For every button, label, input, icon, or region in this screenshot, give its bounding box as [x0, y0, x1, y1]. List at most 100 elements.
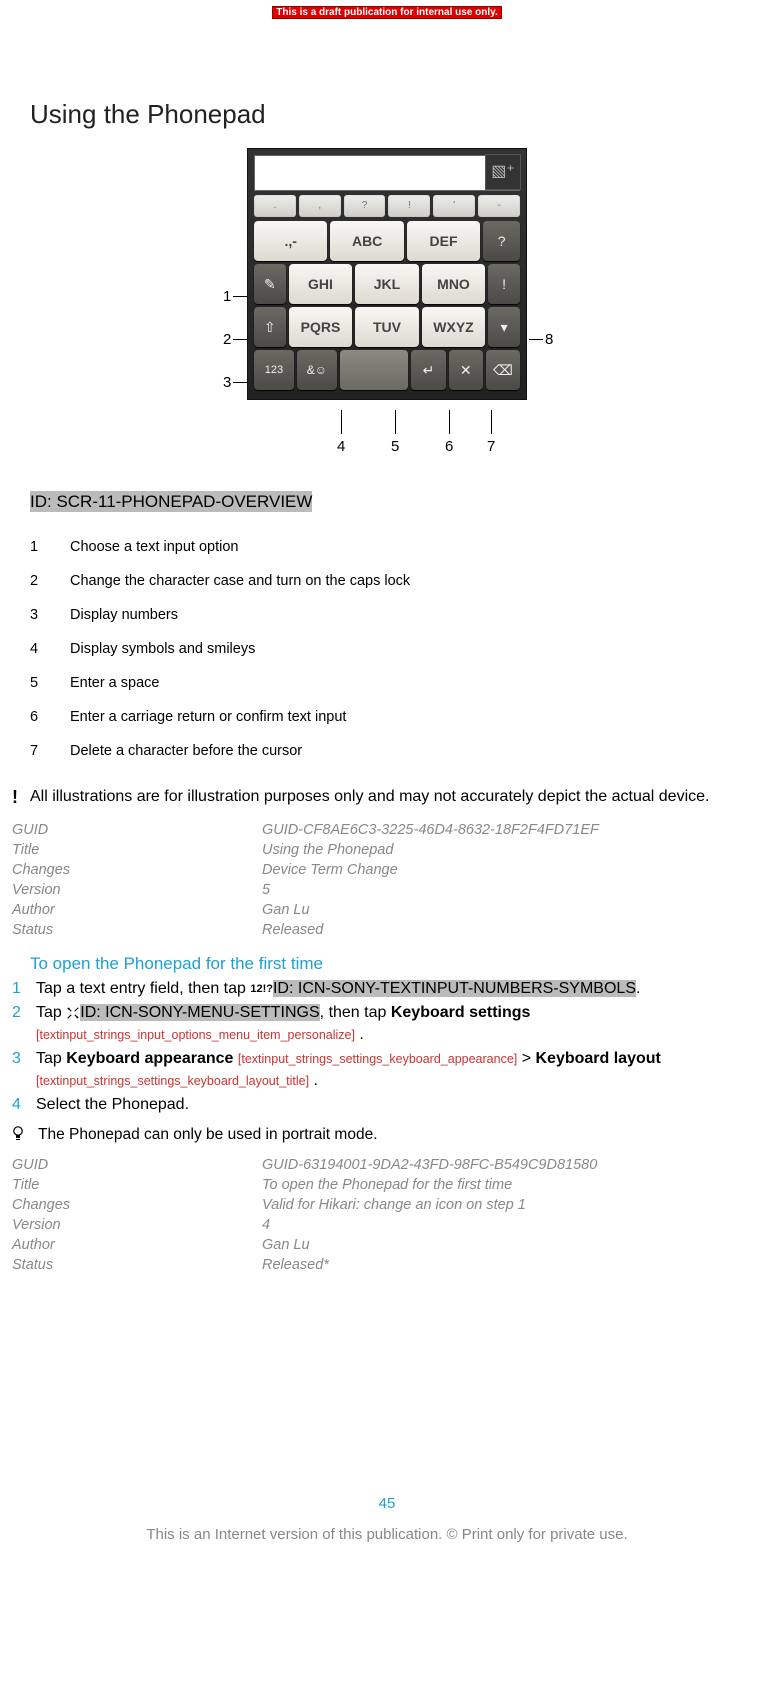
key: TUV: [355, 307, 419, 347]
key: !: [488, 264, 520, 304]
space-key: [340, 350, 408, 390]
shift-icon: ⇧: [254, 307, 286, 347]
callout-1: 1: [223, 288, 231, 305]
tip-note: The Phonepad can only be used in portrai…: [12, 1126, 744, 1145]
draft-banner: This is a draft publication for internal…: [0, 0, 774, 19]
legend-text: Display numbers: [70, 607, 178, 623]
return-key: ↵: [411, 350, 445, 390]
key: DEF: [407, 221, 480, 261]
legend-num: 3: [30, 607, 44, 623]
legend-text: Display symbols and smileys: [70, 641, 255, 657]
meta-value: GUID-CF8AE6C3-3225-46D4-8632-18F2F4FD71E…: [262, 820, 744, 840]
meta-label: Status: [12, 920, 262, 940]
string-ref: [textinput_strings_settings_keyboard_app…: [238, 1052, 517, 1066]
step-num: 2: [12, 1002, 26, 1046]
meta-value: 5: [262, 880, 744, 900]
text-field: ▧⁺: [254, 155, 520, 191]
meta-value: Device Term Change: [262, 860, 744, 880]
meta-label: Title: [12, 1175, 262, 1195]
legend-text: Change the character case and turn on th…: [70, 573, 410, 589]
callout-6: 6: [445, 438, 453, 455]
page-number: 45: [0, 1495, 774, 1512]
meta-value: To open the Phonepad for the first time: [262, 1175, 744, 1195]
step-body: Tap ID: ICN-SONY-MENU-SETTINGS, then tap…: [36, 1002, 744, 1046]
warning-icon: !: [12, 788, 18, 806]
phonepad-figure: 1 2 3 8 4 5 6 7 ▧⁺ . ,: [30, 148, 744, 482]
meta-value: 4: [262, 1215, 744, 1235]
key: MNO: [422, 264, 486, 304]
callout-4: 4: [337, 438, 345, 455]
hint-key: .: [254, 195, 296, 217]
legend-num: 2: [30, 573, 44, 589]
step-body: Tap a text entry field, then tap 12!?ID:…: [36, 978, 744, 1000]
numbers-key: 123: [254, 350, 294, 390]
key: WXYZ: [422, 307, 486, 347]
backspace-icon: ⌫: [486, 350, 520, 390]
draft-banner-text: This is a draft publication for internal…: [272, 6, 502, 19]
tip-text: The Phonepad can only be used in portrai…: [38, 1126, 378, 1144]
step-body: Select the Phonepad.: [36, 1094, 744, 1116]
hint-key: !: [388, 195, 430, 217]
image-picker-icon: ▧⁺: [485, 154, 521, 190]
legend-num: 5: [30, 675, 44, 691]
legend-text: Choose a text input option: [70, 539, 238, 555]
hint-key: ?: [344, 195, 386, 217]
warning-note: ! All illustrations are for illustration…: [12, 788, 744, 806]
step-num: 4: [12, 1094, 26, 1116]
legend-list: 1Choose a text input option 2Change the …: [30, 530, 744, 768]
meta-value: Released*: [262, 1255, 744, 1275]
meta-label: Changes: [12, 860, 262, 880]
page-footer: 45 This is an Internet version of this p…: [0, 1495, 774, 1543]
key: GHI: [289, 264, 353, 304]
metadata-table-1: GUIDGUID-CF8AE6C3-3225-46D4-8632-18F2F4F…: [12, 820, 744, 940]
hint-key: -: [478, 195, 520, 217]
string-ref: [textinput_strings_input_options_menu_it…: [36, 1028, 355, 1042]
hint-key: ': [433, 195, 475, 217]
symbols-key: &☺: [297, 350, 337, 390]
step-body: Tap Keyboard appearance [textinput_strin…: [36, 1048, 744, 1092]
step-num: 1: [12, 978, 26, 1000]
callout-3: 3: [223, 374, 231, 391]
pencil-icon: ✎: [254, 264, 286, 304]
down-icon: ▾: [488, 307, 520, 347]
meta-value: Valid for Hikari: change an icon on step…: [262, 1195, 744, 1215]
meta-label: Author: [12, 900, 262, 920]
tools-icon: ✕: [449, 350, 483, 390]
legend-text: Enter a space: [70, 675, 159, 691]
meta-value: Gan Lu: [262, 900, 744, 920]
key: JKL: [355, 264, 419, 304]
meta-value: Gan Lu: [262, 1235, 744, 1255]
string-ref: [textinput_strings_settings_keyboard_lay…: [36, 1074, 309, 1088]
callout-2: 2: [223, 331, 231, 348]
legend-num: 7: [30, 743, 44, 759]
meta-label: Author: [12, 1235, 262, 1255]
hint-key: ,: [299, 195, 341, 217]
numbers-symbols-icon: 12!?: [250, 983, 273, 995]
inline-asset-id: ID: ICN-SONY-TEXTINPUT-NUMBERS-SYMBOLS: [273, 980, 636, 997]
asset-id: ID: SCR-11-PHONEPAD-OVERVIEW: [30, 491, 312, 512]
meta-label: GUID: [12, 820, 262, 840]
legend-num: 4: [30, 641, 44, 657]
footer-note: This is an Internet version of this publ…: [0, 1526, 774, 1543]
callout-5: 5: [391, 438, 399, 455]
callout-7: 7: [487, 438, 495, 455]
legend-text: Enter a carriage return or confirm text …: [70, 709, 346, 725]
meta-label: Title: [12, 840, 262, 860]
metadata-table-2: GUIDGUID-63194001-9DA2-43FD-98FC-B549C9D…: [12, 1155, 744, 1275]
meta-label: GUID: [12, 1155, 262, 1175]
meta-value: GUID-63194001-9DA2-43FD-98FC-B549C9D8158…: [262, 1155, 744, 1175]
meta-value: Using the Phonepad: [262, 840, 744, 860]
legend-text: Delete a character before the cursor: [70, 743, 302, 759]
key: .,-: [254, 221, 327, 261]
warning-text: All illustrations are for illustration p…: [30, 788, 709, 806]
callout-8: 8: [545, 331, 553, 348]
meta-label: Changes: [12, 1195, 262, 1215]
steps-list: 1 Tap a text entry field, then tap 12!?I…: [12, 978, 744, 1116]
sub-heading: To open the Phonepad for the first time: [30, 954, 744, 974]
phonepad-image: ▧⁺ . , ? ! ' - .,- ABC DEF ? ✎: [247, 148, 527, 400]
tools-icon: [66, 1006, 80, 1020]
meta-label: Status: [12, 1255, 262, 1275]
legend-num: 6: [30, 709, 44, 725]
meta-label: Version: [12, 880, 262, 900]
step-num: 3: [12, 1048, 26, 1092]
